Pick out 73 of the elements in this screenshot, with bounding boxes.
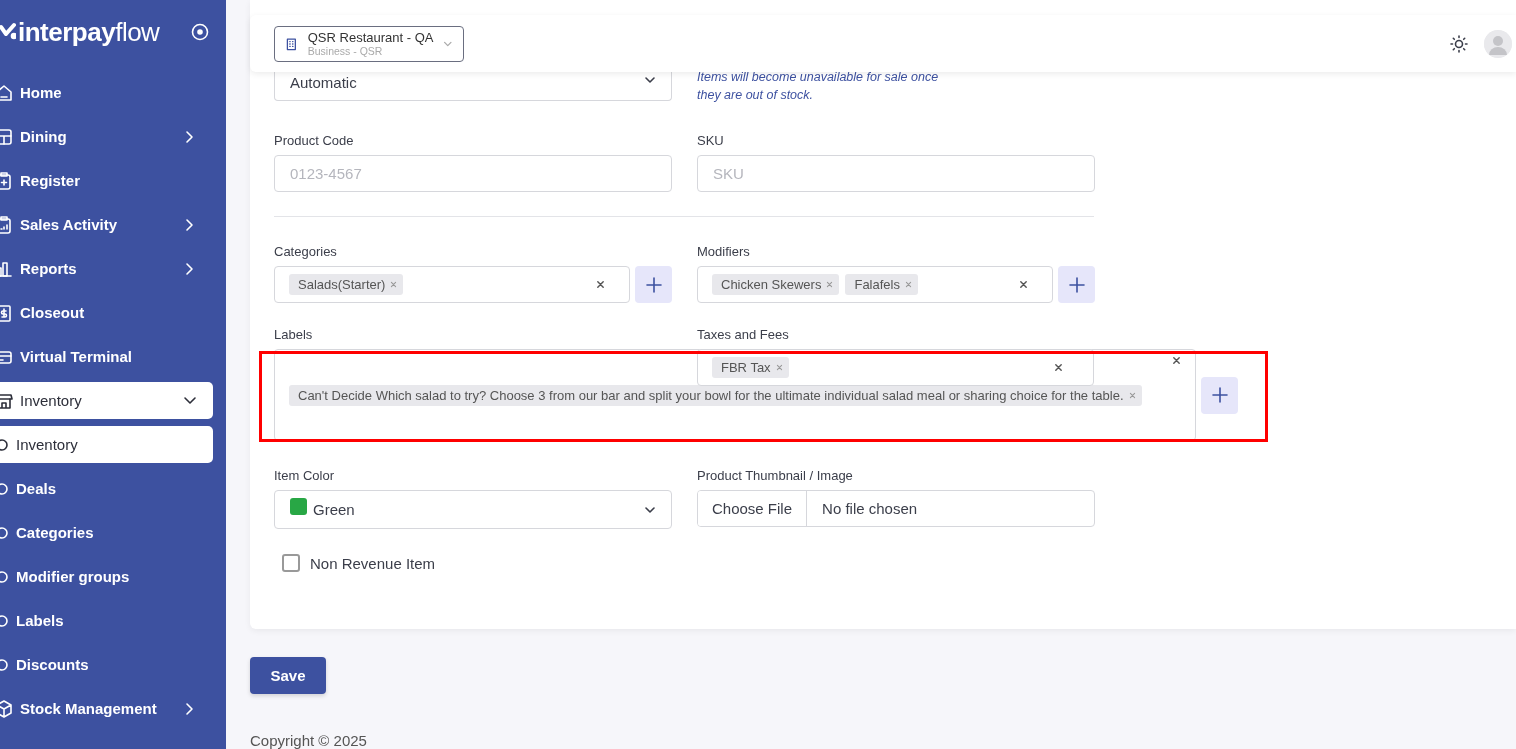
sidebar-item[interactable]: Deals xyxy=(0,470,213,507)
sidebar-item[interactable]: Stock Management xyxy=(0,690,213,727)
tag-chip: Falafels xyxy=(845,274,918,295)
sun-icon[interactable] xyxy=(1450,34,1468,53)
collapse-toggle-icon xyxy=(191,23,209,41)
store-icon xyxy=(0,391,13,410)
sidebar-item[interactable]: Inventory xyxy=(0,382,213,419)
add-button[interactable] xyxy=(635,266,672,303)
plus-icon xyxy=(1067,275,1086,294)
field-label: Categories xyxy=(274,244,337,260)
item-color-select[interactable]: Green xyxy=(274,490,672,529)
remove-tag-icon[interactable] xyxy=(904,281,912,288)
modifiers-select[interactable]: Chicken Skewers Falafels xyxy=(697,266,1053,303)
tag-chip: Salads(Starter) xyxy=(289,274,404,295)
field-label: Item Color xyxy=(274,468,334,484)
home-icon xyxy=(0,83,13,102)
bar-chart-icon xyxy=(0,259,13,278)
plus-icon xyxy=(644,275,663,294)
clear-icon[interactable] xyxy=(1172,356,1181,365)
tag-chip: Can't Decide Which salad to try? Choose 3 from our bar and split your bowl for the ultimate individual salad meal or sharing choice for the table. xyxy=(289,384,1142,406)
remove-tag-icon[interactable] xyxy=(775,364,783,371)
sidebar-item[interactable]: Register xyxy=(0,162,213,199)
plus-icon xyxy=(1210,386,1229,404)
clear-icon[interactable] xyxy=(1054,363,1063,372)
remove-tag-icon[interactable] xyxy=(1128,391,1136,399)
stock-mode-select[interactable]: Automatic xyxy=(274,72,672,101)
categories-select[interactable]: Salads(Starter) xyxy=(274,266,630,303)
product-code-field[interactable]: 0123-4567 xyxy=(274,155,672,192)
tag-chip: Chicken Skewers xyxy=(712,274,840,295)
field-label: Product Thumbnail / Image xyxy=(697,468,853,484)
sidebar-item[interactable]: Modifier groups xyxy=(0,558,213,595)
clear-icon[interactable] xyxy=(596,280,605,289)
sidebar-item[interactable]: Categories xyxy=(0,514,213,551)
box-icon xyxy=(0,699,13,718)
business-name: QSR Restaurant - QA xyxy=(307,30,434,45)
sidebar-item[interactable]: Dining xyxy=(0,118,213,155)
sidebar-item[interactable]: Discounts xyxy=(0,646,213,683)
sidebar-item[interactable]: Reports xyxy=(0,250,213,287)
sidebar-item[interactable]: Inventory xyxy=(0,426,213,463)
sidebar-item[interactable]: Home xyxy=(0,74,213,111)
field-label: Modifiers xyxy=(697,244,750,260)
add-button[interactable] xyxy=(1058,266,1095,303)
receipt-icon xyxy=(0,303,13,322)
field-label: SKU xyxy=(697,133,724,149)
logo: interpayflow xyxy=(18,16,160,48)
tag-chip: FBR Tax xyxy=(712,357,789,378)
sidebar-item[interactable]: Closeout xyxy=(0,294,213,331)
business-selector[interactable]: QSR Restaurant - QA Business - QSR xyxy=(274,25,464,62)
clipboard-icon xyxy=(0,215,13,234)
field-label: Product Code xyxy=(274,133,354,149)
help-text: Items will become unavailable for sale once they are out of stock. xyxy=(697,69,940,104)
remove-tag-icon[interactable] xyxy=(826,281,834,288)
file-status: No file chosen xyxy=(821,499,919,519)
save-button[interactable]: Save xyxy=(250,657,326,694)
sidebar-item[interactable]: Virtual Terminal xyxy=(0,338,213,375)
sidebar-item[interactable]: Labels xyxy=(0,602,213,639)
field-label: Labels xyxy=(274,327,313,343)
choose-file-button[interactable]: Choose File xyxy=(698,491,808,526)
copyright-text: Copyright © 2025 xyxy=(250,732,368,749)
field-label: Taxes and Fees xyxy=(697,327,789,343)
business-type: Business - QSR xyxy=(307,45,384,57)
grid-icon xyxy=(0,127,13,146)
checkbox-label: Non Revenue Item xyxy=(310,554,436,572)
add-button[interactable] xyxy=(1201,376,1238,414)
checkbox[interactable] xyxy=(282,554,300,572)
sidebar-item[interactable]: Sales Activity xyxy=(0,206,213,243)
file-input[interactable]: Choose File No file chosen xyxy=(697,490,1095,527)
remove-tag-icon[interactable] xyxy=(390,281,398,288)
logo-icon xyxy=(0,22,16,42)
clear-icon[interactable] xyxy=(1019,280,1028,289)
sku-field[interactable]: SKU xyxy=(697,155,1095,192)
clipboard-icon xyxy=(0,171,13,190)
chevron-down-icon xyxy=(644,74,656,86)
